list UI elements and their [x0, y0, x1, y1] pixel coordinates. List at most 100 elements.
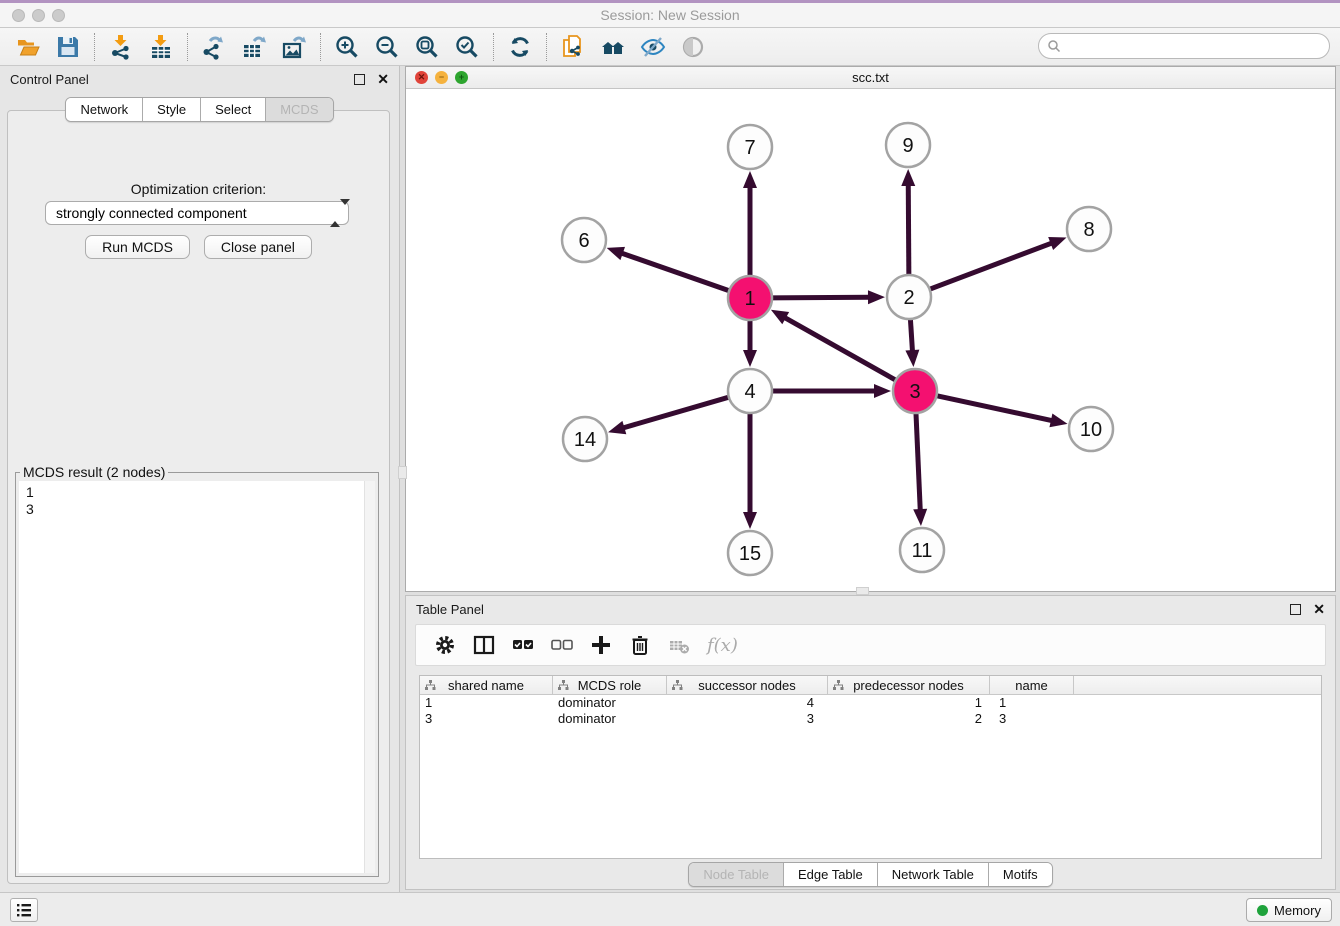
mcds-result-text[interactable]: 1 3: [19, 481, 375, 873]
table-cell: 4: [667, 695, 828, 711]
table-toolbar: f(x): [415, 624, 1326, 666]
delete-column-icon[interactable]: [629, 634, 651, 656]
graph-edge-1-2[interactable]: [769, 297, 870, 298]
float-panel-icon[interactable]: [354, 74, 365, 85]
vertical-splitter-grip[interactable]: [398, 466, 407, 479]
criterion-dropdown[interactable]: strongly connected component: [45, 201, 349, 225]
zoom-selected-button[interactable]: [447, 32, 487, 62]
import-table-button[interactable]: [141, 32, 181, 62]
graph-node-label: 3: [909, 381, 920, 403]
add-column-icon[interactable]: [590, 634, 612, 656]
mcds-result-box: MCDS result (2 nodes) 1 3: [15, 472, 379, 877]
network-graph[interactable]: 7968124314101511: [406, 89, 1335, 591]
window-title: Session: New Session: [0, 7, 1340, 23]
select-all-icon[interactable]: [512, 634, 534, 656]
graph-node-label: 10: [1080, 419, 1102, 441]
clone-network-button[interactable]: [553, 32, 593, 62]
table-panel-header: Table Panel ✕: [406, 596, 1335, 622]
graph-node-label: 9: [902, 135, 913, 157]
split-panel-icon[interactable]: [473, 634, 495, 656]
search-icon: [1047, 39, 1061, 53]
dropdown-stepper-icon: [330, 205, 342, 223]
mcds-result-scrollbar[interactable]: [364, 481, 375, 873]
tab-style[interactable]: Style: [143, 98, 201, 121]
column-header-shared-name[interactable]: shared name: [420, 676, 553, 694]
table-cell: 3: [420, 711, 553, 727]
hide-selected-button[interactable]: [633, 32, 673, 62]
import-network-button[interactable]: [101, 32, 141, 62]
tab-edge-table[interactable]: Edge Table: [784, 863, 878, 886]
app-titlebar: Session: New Session: [0, 0, 1340, 28]
graph-edge-arrowhead: [874, 384, 891, 398]
graph-edge-3-10[interactable]: [934, 395, 1053, 421]
graph-edge-arrowhead: [607, 247, 625, 260]
graph-node-label: 2: [903, 287, 914, 309]
table-cell: dominator: [553, 695, 667, 711]
graph-edge-arrowhead: [1049, 414, 1067, 428]
column-header-predecessor-nodes[interactable]: predecessor nodes: [828, 676, 990, 694]
graph-node-label: 11: [912, 540, 933, 562]
tab-network[interactable]: Network: [66, 98, 143, 121]
tab-node-table[interactable]: Node Table: [689, 863, 784, 886]
column-header-mcds-role[interactable]: MCDS role: [553, 676, 667, 694]
horizontal-splitter-grip[interactable]: [856, 587, 869, 595]
deselect-all-icon[interactable]: [551, 634, 573, 656]
run-mcds-button[interactable]: Run MCDS: [85, 235, 190, 259]
save-session-button[interactable]: [48, 32, 88, 62]
close-panel-button[interactable]: Close panel: [204, 235, 312, 259]
column-header-successor-nodes[interactable]: successor nodes: [667, 676, 828, 694]
clone-network-icon: [560, 34, 586, 60]
graph-edge-3-1[interactable]: [784, 317, 898, 382]
tab-motifs[interactable]: Motifs: [989, 863, 1052, 886]
gear-icon[interactable]: [434, 634, 456, 656]
graph-edge-2-8[interactable]: [927, 243, 1053, 291]
zoom-out-button[interactable]: [367, 32, 407, 62]
task-history-button[interactable]: [10, 898, 38, 922]
show-all-networks-button[interactable]: [593, 32, 633, 62]
zoom-in-button[interactable]: [327, 32, 367, 62]
network-window-titlebar[interactable]: ✕ − + scc.txt: [406, 67, 1335, 89]
zoom-fit-icon: [414, 34, 440, 60]
memory-button[interactable]: Memory: [1246, 898, 1332, 922]
open-session-button[interactable]: [8, 32, 48, 62]
export-network-button[interactable]: [194, 32, 234, 62]
export-image-button[interactable]: [274, 32, 314, 62]
zoom-fit-button[interactable]: [407, 32, 447, 62]
graph-edge-1-6[interactable]: [621, 253, 732, 292]
graph-edge-2-9[interactable]: [908, 184, 909, 278]
toolbar-separator: [320, 33, 321, 61]
table-row[interactable]: 3dominator323: [420, 711, 1321, 727]
zoom-out-icon: [374, 34, 400, 60]
table-cell: 1: [420, 695, 553, 711]
graph-node-label: 8: [1083, 219, 1094, 241]
table-row[interactable]: 1dominator411: [420, 695, 1321, 711]
search-box[interactable]: [1038, 33, 1330, 59]
zoom-in-icon: [334, 34, 360, 60]
refresh-view-button[interactable]: [500, 32, 540, 62]
export-network-icon: [201, 34, 227, 60]
graph-edge-3-11[interactable]: [916, 410, 920, 511]
tab-mcds[interactable]: MCDS: [266, 98, 332, 121]
control-panel: Control Panel ✕ Network Style Select MCD…: [0, 66, 400, 892]
optimization-criterion-label: Optimization criterion:: [8, 181, 389, 197]
column-header-name[interactable]: name: [990, 676, 1074, 694]
graph-edge-2-3[interactable]: [910, 316, 912, 352]
toolbar-separator: [187, 33, 188, 61]
status-bar: Memory: [0, 892, 1340, 926]
tab-select[interactable]: Select: [201, 98, 266, 121]
export-table-button[interactable]: [234, 32, 274, 62]
control-panel-tabs: Network Style Select MCDS: [0, 97, 399, 122]
table-cell: 3: [990, 711, 1074, 727]
graph-node-label: 14: [574, 429, 596, 451]
close-table-panel-icon[interactable]: ✕: [1313, 604, 1325, 615]
graph-edge-4-14[interactable]: [622, 396, 731, 428]
tab-network-table[interactable]: Network Table: [878, 863, 989, 886]
close-panel-icon[interactable]: ✕: [377, 74, 389, 85]
list-icon: [15, 902, 33, 918]
table-cell: 3: [667, 711, 828, 727]
memory-status-icon: [1257, 905, 1268, 916]
show-hidden-button[interactable]: [673, 32, 713, 62]
memory-label: Memory: [1274, 903, 1321, 918]
float-table-panel-icon[interactable]: [1290, 604, 1301, 615]
search-input[interactable]: [1061, 36, 1329, 56]
